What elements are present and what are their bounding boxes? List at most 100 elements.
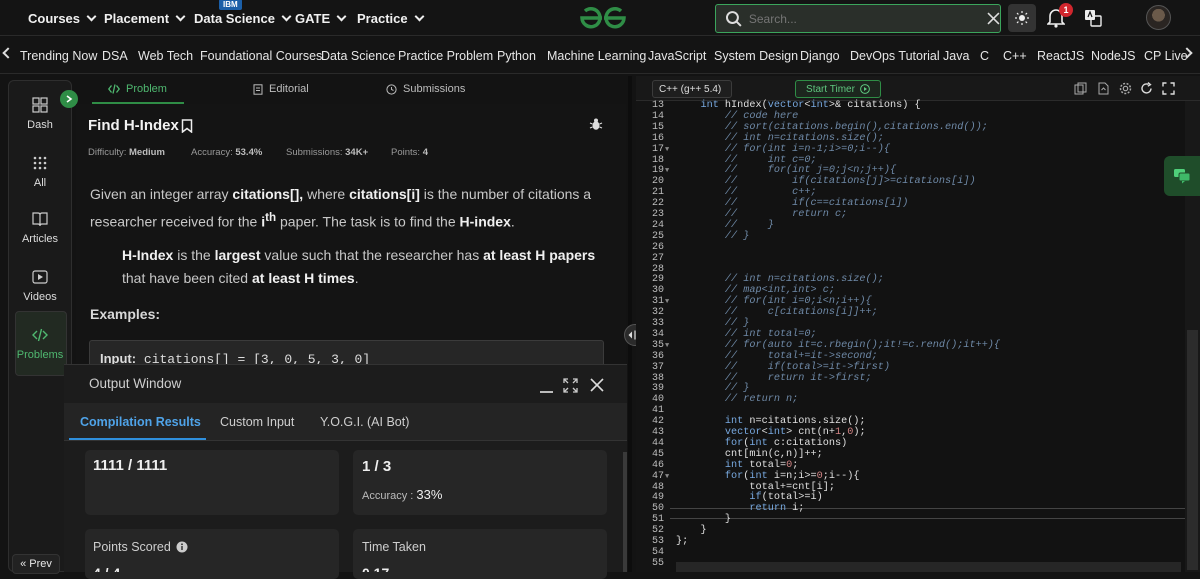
info-icon[interactable]: [176, 541, 188, 553]
code-line[interactable]: int hIndex(vector<int>& citations) {: [676, 100, 920, 111]
code-line[interactable]: // for(int i=0;i<n;i++){: [676, 296, 872, 307]
subnav-item[interactable]: Practice Problem: [398, 37, 493, 74]
subnav-item[interactable]: C: [980, 37, 989, 74]
report-bug-icon[interactable]: [589, 117, 603, 131]
code-line[interactable]: // sort(citations.begin(),citations.end(…: [676, 122, 988, 133]
fold-arrow-icon[interactable]: ▼: [665, 167, 669, 175]
code-line[interactable]: // c[citations[i]]++;: [676, 307, 878, 318]
search-input[interactable]: [748, 11, 968, 26]
code-line[interactable]: vector<int> cnt(n+1,0);: [676, 427, 866, 438]
code-line[interactable]: // for(auto it=c.rbegin();it!=c.rend();i…: [676, 340, 1000, 351]
settings-gear-icon[interactable]: [1119, 82, 1132, 95]
tab-yogi-ai-bot[interactable]: Y.O.G.I. (AI Bot): [320, 403, 409, 441]
subnav-item[interactable]: CP Live: [1144, 37, 1188, 74]
subnav-item[interactable]: JavaScript: [648, 37, 706, 74]
subnav-item[interactable]: Data Science: [321, 37, 395, 74]
bookmark-icon[interactable]: [181, 118, 193, 133]
code-line[interactable]: // if(c==citations[i]): [676, 198, 908, 209]
editor-horizontal-scrollbar[interactable]: [676, 562, 1181, 572]
code-line[interactable]: // return c;: [676, 209, 847, 220]
start-timer-button[interactable]: Start Timer: [795, 80, 881, 98]
maximize-icon[interactable]: [563, 378, 578, 393]
code-line[interactable]: // return n;: [676, 394, 798, 405]
subnav-item[interactable]: NodeJS: [1091, 37, 1135, 74]
tab-editorial[interactable]: Editorial: [253, 76, 309, 102]
fold-arrow-icon[interactable]: ▼: [665, 298, 669, 306]
code-line[interactable]: // int c=0;: [676, 155, 817, 166]
output-scrollbar[interactable]: [623, 452, 627, 572]
code-line[interactable]: // int n=citations.size();: [676, 274, 884, 285]
subnav-item[interactable]: Java: [943, 37, 969, 74]
search-box[interactable]: [715, 4, 1001, 33]
code-line[interactable]: }: [676, 525, 706, 536]
tab-compilation-results[interactable]: Compilation Results: [80, 403, 201, 441]
user-avatar[interactable]: [1146, 5, 1171, 30]
code-line[interactable]: // c++;: [676, 187, 817, 198]
subnav-item[interactable]: Python: [497, 37, 536, 74]
gfg-logo[interactable]: [578, 5, 628, 36]
code-line[interactable]: // for(int j=0;j<n;j++){: [676, 165, 896, 176]
sidebar-item-problems[interactable]: Problems: [8, 318, 72, 370]
upload-file-icon[interactable]: [1097, 82, 1110, 95]
sidebar-item-all[interactable]: All: [8, 146, 72, 198]
nav-courses[interactable]: Courses: [28, 0, 97, 36]
code-line[interactable]: };: [676, 536, 688, 547]
code-line[interactable]: // int n=citations.size();: [676, 133, 884, 144]
code-line[interactable]: return i;: [676, 503, 804, 514]
nav-gate[interactable]: GATE: [295, 0, 347, 36]
code-line[interactable]: // return it->first;: [676, 373, 872, 384]
subnav-item[interactable]: Django: [800, 37, 840, 74]
fold-arrow-icon[interactable]: ▼: [665, 473, 669, 481]
code-line[interactable]: int n=citations.size();: [676, 416, 866, 427]
code-line[interactable]: int total=0;: [676, 460, 798, 471]
code-line[interactable]: // int total=0;: [676, 329, 817, 340]
subnav-item[interactable]: Trending Now: [20, 37, 97, 74]
code-line[interactable]: for(int c:citations): [676, 438, 847, 449]
nav-data-science[interactable]: Data Science: [194, 0, 292, 36]
subnav-item[interactable]: ReactJS: [1037, 37, 1084, 74]
sidebar-item-articles[interactable]: Articles: [8, 202, 72, 254]
reset-icon[interactable]: [1140, 82, 1153, 95]
subnav-item[interactable]: DSA: [102, 37, 128, 74]
fullscreen-icon[interactable]: [1162, 82, 1175, 95]
code-line[interactable]: // for(int i=n-1;i>=0;i--){: [676, 144, 890, 155]
subnav-item[interactable]: System Design: [714, 37, 798, 74]
theme-toggle-button[interactable]: [1008, 4, 1036, 32]
copy-icon[interactable]: [1074, 82, 1087, 95]
fold-arrow-icon[interactable]: ▼: [665, 146, 669, 154]
code-line[interactable]: total+=cnt[i];: [676, 482, 835, 493]
code-line[interactable]: // total+=it->second;: [676, 351, 878, 362]
tab-submissions[interactable]: Submissions: [386, 76, 465, 102]
subnav-item[interactable]: Web Tech: [138, 37, 193, 74]
prev-button[interactable]: « Prev: [12, 554, 60, 574]
code-line[interactable]: if(total>=i): [676, 492, 822, 503]
nav-placement[interactable]: Placement: [104, 0, 186, 36]
code-line[interactable]: // }: [676, 220, 774, 231]
nav-practice[interactable]: Practice: [357, 0, 425, 36]
code-line[interactable]: // }: [676, 383, 749, 394]
code-line[interactable]: // map<int,int> c;: [676, 285, 835, 296]
code-line[interactable]: }: [676, 514, 731, 525]
subnav-item[interactable]: C++: [1003, 37, 1027, 74]
code-line[interactable]: for(int i=n;i>=0;i--){: [676, 471, 860, 482]
translate-button[interactable]: [1082, 7, 1104, 29]
tab-custom-input[interactable]: Custom Input: [220, 403, 294, 441]
code-line[interactable]: // code here: [676, 111, 798, 122]
code-line[interactable]: cnt[min(c,n)]++;: [676, 449, 823, 460]
clear-search-icon[interactable]: [987, 12, 1000, 25]
fold-arrow-icon[interactable]: ▼: [665, 342, 669, 350]
subnav-item[interactable]: Machine Learning: [547, 37, 646, 74]
language-select[interactable]: C++ (g++ 5.4): [652, 80, 732, 98]
sidebar-item-videos[interactable]: Videos: [8, 260, 72, 312]
tab-problem[interactable]: Problem: [108, 76, 167, 102]
editor-scrollbar-thumb[interactable]: [1187, 330, 1198, 570]
code-line[interactable]: // if(total>=it->first): [676, 362, 890, 373]
subnav-item[interactable]: DevOps Tutorial: [850, 37, 940, 74]
code-line[interactable]: // if(citations[j]>=citations[i]): [676, 176, 976, 187]
close-output-button[interactable]: [590, 378, 605, 393]
minimize-icon[interactable]: [540, 391, 553, 393]
code-line[interactable]: // }: [676, 318, 749, 329]
code-line[interactable]: // }: [676, 231, 749, 242]
subnav-item[interactable]: Foundational Courses: [200, 37, 322, 74]
chat-button[interactable]: [1164, 156, 1200, 196]
